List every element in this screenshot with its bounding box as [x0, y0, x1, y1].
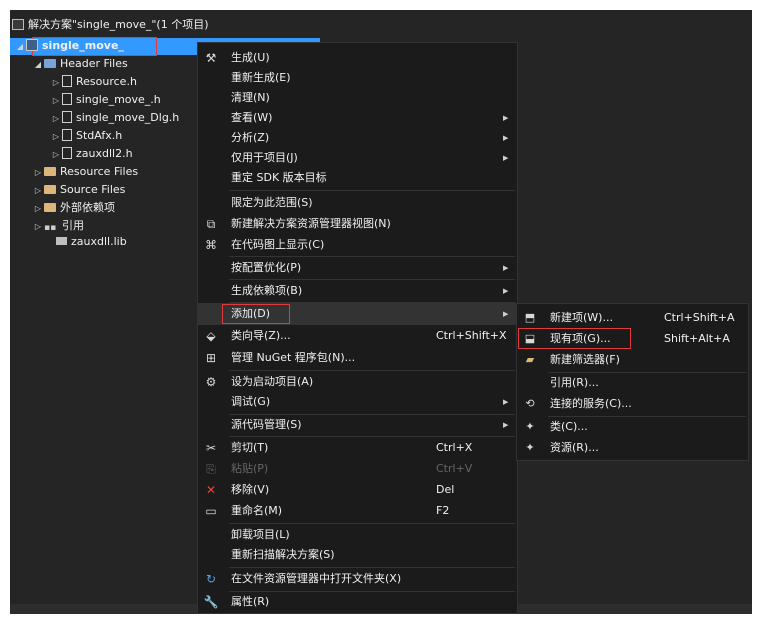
header-file-icon — [62, 147, 72, 159]
menu-item-source-control[interactable]: 源代码管理(S) ▶ — [198, 414, 517, 436]
expand-arrow-icon[interactable]: ◢ — [14, 38, 26, 56]
tree-item-file[interactable]: ▷ Resource.h — [50, 73, 137, 91]
context-menu: ⚒ 生成(U) 重新生成(E) 清理(N) 查看(W) ▶ 分析(Z) ▶ 仅用于项目… — [197, 42, 518, 614]
add-highlight-box — [222, 304, 290, 324]
menu-item-build[interactable]: ⚒ 生成(U) — [198, 47, 517, 69]
header-file-icon — [62, 111, 72, 123]
submenu-arrow-icon: ▶ — [503, 398, 509, 406]
submenu-arrow-icon: ▶ — [503, 154, 509, 162]
new-filter-icon: ▰ — [525, 353, 535, 366]
menu-item-scope[interactable]: 限定为此范围(S) — [198, 192, 517, 214]
tree-item-file[interactable]: ▷ StdAfx.h — [50, 127, 122, 145]
menu-item-class-wizard[interactable]: ⬙ 类向导(Z)... Ctrl+Shift+X — [198, 325, 517, 347]
tree-item-solution[interactable]: 解决方案"single_move_"(1 个项目) — [12, 16, 208, 34]
menu-separator — [229, 190, 515, 191]
collapse-arrow-icon[interactable]: ▷ — [50, 110, 62, 128]
lib-file-icon — [56, 237, 67, 245]
collapse-arrow-icon[interactable]: ▷ — [32, 164, 44, 182]
header-file-icon — [62, 75, 72, 87]
menu-item-unload[interactable]: 卸载项目(L) — [198, 524, 517, 546]
menu-item-view[interactable]: 查看(W) ▶ — [198, 107, 517, 129]
new-item-icon: ⬒ — [524, 311, 536, 324]
refresh-icon: ↻ — [205, 572, 217, 586]
menu-item-rescan[interactable]: 重新扫描解决方案(S) — [198, 544, 517, 566]
tree-item-resource-files[interactable]: ▷ Resource Files — [32, 163, 138, 181]
references-icon: ▪▪ — [44, 223, 57, 233]
collapse-arrow-icon[interactable]: ▷ — [32, 200, 44, 218]
submenu-arrow-icon: ▶ — [503, 134, 509, 142]
menu-item-nuget[interactable]: ⊞ 管理 NuGet 程序包(N)... — [198, 347, 517, 369]
connected-service-icon: ⟲ — [525, 397, 535, 410]
menu-item-analyze[interactable]: 分析(Z) ▶ — [198, 127, 517, 149]
build-icon: ⚒ — [205, 51, 217, 65]
scissors-icon: ✂ — [205, 441, 217, 455]
menu-item-open-folder[interactable]: ↻ 在文件资源管理器中打开文件夹(X) — [198, 568, 517, 590]
folder-icon — [44, 184, 56, 194]
collapse-arrow-icon[interactable]: ▷ — [32, 218, 44, 236]
code-map-icon: ⌘ — [205, 238, 217, 252]
remove-icon: ✕ — [205, 483, 217, 497]
paste-icon: ⎘ — [206, 462, 216, 476]
menu-item-code-map[interactable]: ⌘ 在代码图上显示(C) — [198, 234, 517, 256]
submenu-item-new-filter[interactable]: ▰ 新建筛选器(F) — [517, 349, 748, 371]
tree-item-external-deps[interactable]: ▷ 外部依赖项 — [32, 199, 115, 217]
tree-item-file[interactable]: ▷ single_move_.h — [50, 91, 161, 109]
menu-item-paste: ⎘ 粘贴(P) Ctrl+V — [198, 458, 517, 480]
folder-icon — [44, 166, 56, 176]
new-view-icon: ⧉ — [206, 217, 216, 231]
menu-item-remove[interactable]: ✕ 移除(V) Del — [198, 479, 517, 501]
solution-icon — [12, 18, 24, 30]
menu-item-rebuild[interactable]: 重新生成(E) — [198, 67, 517, 89]
menu-item-pgo[interactable]: 按配置优化(P) ▶ — [198, 257, 517, 279]
header-file-icon — [62, 93, 72, 105]
menu-item-properties[interactable]: 🔧 属性(R) — [198, 591, 517, 613]
menu-item-new-view[interactable]: ⧉ 新建解决方案资源管理器视图(N) — [198, 213, 517, 235]
submenu-arrow-icon: ▶ — [503, 264, 509, 272]
submenu-item-reference[interactable]: 引用(R)... — [517, 372, 748, 394]
existing-item-highlight-box — [518, 328, 631, 349]
menu-item-build-deps[interactable]: 生成依赖项(B) ▶ — [198, 280, 517, 302]
gear-icon: ⚙ — [205, 375, 217, 389]
collapse-arrow-icon[interactable]: ▷ — [50, 146, 62, 164]
expand-arrow-icon[interactable]: ◢ — [32, 56, 44, 74]
class-wizard-icon: ⬙ — [206, 329, 216, 343]
tree-item-file[interactable]: ▷ single_move_Dlg.h — [50, 109, 179, 127]
submenu-item-resource[interactable]: ✦ 资源(R)... — [517, 437, 748, 459]
header-file-icon — [62, 129, 72, 141]
menu-item-retarget-sdk[interactable]: 重定 SDK 版本目标 — [198, 167, 517, 189]
submenu-arrow-icon: ▶ — [503, 310, 509, 318]
menu-item-debug[interactable]: 调试(G) ▶ — [198, 391, 517, 413]
menu-item-clean[interactable]: 清理(N) — [198, 87, 517, 109]
collapse-arrow-icon[interactable]: ▷ — [50, 74, 62, 92]
collapse-arrow-icon[interactable]: ▷ — [32, 182, 44, 200]
collapse-arrow-icon[interactable]: ▷ — [50, 128, 62, 146]
submenu-arrow-icon: ▶ — [503, 421, 509, 429]
tree-item-source-files[interactable]: ▷ Source Files — [32, 181, 126, 200]
submenu-arrow-icon: ▶ — [503, 114, 509, 122]
tree-item-header-files[interactable]: ◢ Header Files — [32, 55, 128, 73]
submenu-item-new-item[interactable]: ⬒ 新建项(W)... Ctrl+Shift+A — [517, 307, 748, 329]
submenu-item-class[interactable]: ✦ 类(C)... — [517, 416, 748, 438]
project-icon — [26, 39, 38, 51]
submenu-item-connected-service[interactable]: ⟲ 连接的服务(C)... — [517, 393, 748, 415]
menu-item-rename[interactable]: ▭ 重命名(M) F2 — [198, 500, 517, 522]
submenu-arrow-icon: ▶ — [503, 287, 509, 295]
wrench-icon: 🔧 — [203, 595, 219, 609]
nuget-icon: ⊞ — [205, 351, 217, 365]
resource-icon: ✦ — [525, 441, 535, 454]
tree-item-lib[interactable]: zauxdll.lib — [56, 233, 127, 251]
class-icon: ✦ — [525, 420, 535, 433]
menu-item-project-only[interactable]: 仅用于项目(J) ▶ — [198, 147, 517, 169]
tree-item-project[interactable]: ◢ single_move_ — [14, 37, 124, 55]
tree-item-file[interactable]: ▷ zauxdll2.h — [50, 145, 133, 163]
menu-item-set-startup[interactable]: ⚙ 设为启动项目(A) — [198, 371, 517, 393]
filter-icon — [44, 58, 56, 68]
rename-icon: ▭ — [205, 504, 217, 518]
collapse-arrow-icon[interactable]: ▷ — [50, 92, 62, 110]
menu-item-cut[interactable]: ✂ 剪切(T) Ctrl+X — [198, 437, 517, 459]
add-submenu: ⬒ 新建项(W)... Ctrl+Shift+A ⬓ 现有项(G)... Shift+A… — [516, 303, 749, 461]
external-deps-icon — [44, 202, 56, 212]
